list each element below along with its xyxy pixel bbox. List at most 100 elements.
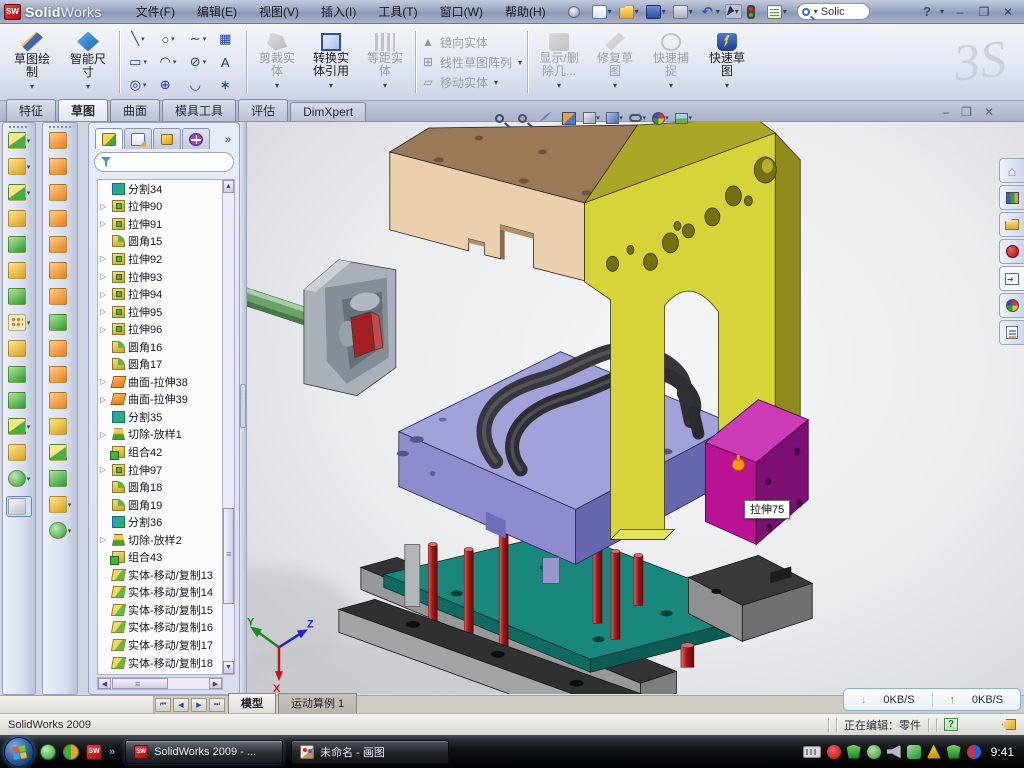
ribbon-tab[interactable]: 评估	[238, 99, 288, 121]
toolbar-button[interactable]: 等距实 体 ▾	[358, 27, 412, 97]
tree-item[interactable]: ▷ 圆角16	[98, 338, 223, 356]
edit-appearance-icon[interactable]: ▾	[652, 110, 669, 126]
taskbar-window-button[interactable]: SW SolidWorks 2009 - ...	[125, 740, 283, 764]
sketch-entity-button[interactable]: ╲ ▾	[123, 28, 153, 51]
expand-arrow-icon[interactable]: ▷	[100, 535, 109, 544]
quickbar-button[interactable]: ▾	[566, 5, 587, 19]
tree-item[interactable]: ▷ 圆角17	[98, 355, 223, 373]
feature-tool-button[interactable]: ▾	[8, 158, 31, 175]
expand-arrow-icon[interactable]: ▷	[100, 202, 109, 211]
toolbar-button[interactable]: ▱ 移动实体 ▾	[421, 74, 522, 91]
toolbar-button[interactable]: 快速草 图 ▾	[699, 27, 755, 97]
scroll-down-button[interactable]: ▼	[223, 661, 234, 674]
feature-tool-button[interactable]: ▾	[8, 392, 31, 409]
messenger-icon[interactable]	[40, 744, 56, 760]
sketch-entity-button[interactable]: ∗ ▾	[213, 74, 243, 97]
tree-item[interactable]: ▷ 拉伸91	[98, 215, 223, 233]
tree-item[interactable]: ▷ 拉伸92	[98, 250, 223, 268]
doc-minimize-button[interactable]: –	[942, 105, 949, 119]
quickbar-button[interactable]: ▾	[671, 4, 695, 20]
tab-nav-button[interactable]: ◀	[173, 698, 189, 712]
doc-close-button[interactable]: ✕	[984, 105, 994, 119]
toolbar-button[interactable]: ⊞ 线性草图阵列 ▾	[421, 54, 522, 71]
tree-item[interactable]: ▷ 实体-移动/复制18	[98, 654, 223, 672]
surface-tool-button[interactable]: ▾	[49, 210, 72, 227]
tree-item[interactable]: ▷ 切除-放样1	[98, 426, 223, 444]
toolbar-button[interactable]: 草图绘 制 ▾	[4, 27, 60, 97]
surface-tool-button[interactable]: ▾	[49, 262, 72, 279]
toolbar-button[interactable]: 修复草 图 ▾	[587, 27, 643, 97]
feature-tool-button[interactable]: ▾	[8, 132, 31, 149]
feature-tool-button[interactable]: ▾	[8, 444, 31, 461]
surface-tool-button[interactable]: ▾	[49, 392, 72, 409]
doc-restore-button[interactable]: ❐	[961, 105, 972, 119]
feature-tool-button[interactable]: ▾	[8, 366, 31, 383]
tree-vertical-scrollbar[interactable]: ▲ ▼	[222, 179, 235, 675]
propertymanager-tab[interactable]	[124, 128, 152, 149]
sketch-entity-button[interactable]: ▦ ▾	[213, 28, 243, 51]
feature-tool-button[interactable]: ▾	[8, 236, 31, 253]
feature-tool-button[interactable]: ▾	[8, 340, 31, 357]
feature-tool-button[interactable]: ▾	[8, 210, 31, 227]
chevron-down-icon[interactable]: ▾	[940, 7, 944, 16]
feature-tool-button[interactable]: ▾	[8, 314, 31, 331]
magnified-selection-icon[interactable]	[537, 110, 554, 126]
ribbon-tab[interactable]: 草图	[58, 99, 108, 121]
tree-item[interactable]: ▷ 曲面-拉伸38	[98, 373, 223, 391]
scheduler-icon[interactable]	[867, 745, 881, 759]
model-tab[interactable]: 运动算例 1	[278, 693, 357, 713]
tab-nav-button[interactable]: ▶	[191, 698, 207, 712]
display-style-icon[interactable]: ▾	[606, 110, 623, 126]
quickbar-button[interactable]: ↶ ▾	[698, 4, 722, 20]
toolbar-button[interactable]: 快速捕 捉 ▾	[643, 27, 699, 97]
zoom-to-fit-icon[interactable]	[491, 110, 508, 126]
sketch-entity-button[interactable]: A ▾	[213, 51, 243, 74]
surface-tool-button[interactable]: ▾	[49, 522, 72, 539]
keyboard-layout-icon[interactable]	[803, 746, 821, 758]
scrollbar-thumb[interactable]	[223, 508, 234, 604]
sketch-entity-button[interactable]: ◠ ▾	[153, 51, 183, 74]
ribbon-tab[interactable]: 模具工具	[162, 99, 236, 121]
sketch-entity-button[interactable]: ⊘ ▾	[183, 51, 213, 74]
tag-icon[interactable]	[1002, 719, 1016, 730]
sketch-entity-button[interactable]: ○ ▾	[153, 28, 183, 51]
search-input[interactable]: Solic	[821, 6, 861, 18]
expand-arrow-icon[interactable]: ▷	[100, 307, 109, 316]
quick-tips-icon[interactable]: ?	[944, 718, 958, 731]
file-explorer-icon[interactable]	[999, 212, 1024, 237]
surface-tool-button[interactable]: ▾	[49, 470, 72, 487]
minimize-button[interactable]: –	[952, 5, 968, 19]
toolbar-button[interactable]: 显示/删 除几... ▾	[531, 27, 587, 97]
sketch-entity-button[interactable]: ∼ ▾	[183, 28, 213, 51]
menu-item[interactable]: 工具(T)	[368, 0, 427, 23]
antivirus-shield-icon[interactable]	[847, 745, 861, 759]
restore-button[interactable]: ❐	[976, 5, 992, 19]
tree-item[interactable]: ▷ 实体-移动/复制15	[98, 601, 223, 619]
quickbar-button[interactable]: ▾	[644, 4, 668, 20]
tree-item[interactable]: ▷ 实体-移动/复制17	[98, 636, 223, 654]
surface-tool-button[interactable]: ▾	[49, 366, 72, 383]
tree-horizontal-scrollbar[interactable]: ◀ ▶	[97, 677, 223, 690]
design-library-icon[interactable]	[999, 185, 1024, 210]
tree-item[interactable]: ▷ 拉伸95	[98, 303, 223, 321]
expand-arrow-icon[interactable]: ▷	[100, 272, 109, 281]
tree-item[interactable]: ▷ 实体-移动/复制16	[98, 619, 223, 637]
expand-arrow-icon[interactable]: ▷	[100, 377, 109, 386]
feature-tool-button[interactable]: ▾	[6, 496, 33, 517]
tab-nav-button[interactable]: ⏭	[209, 698, 225, 712]
menu-item[interactable]: 窗口(W)	[430, 0, 493, 23]
surface-tool-button[interactable]: ▾	[49, 418, 72, 435]
tree-item[interactable]: ▷ 实体-移动/复制13	[98, 566, 223, 584]
tree-item[interactable]: ▷ 曲面-拉伸39	[98, 391, 223, 409]
tree-item[interactable]: ▷ 分割34	[98, 180, 223, 198]
tab-nav-button[interactable]: ⏮	[155, 698, 171, 712]
feature-tool-button[interactable]: ▾	[8, 262, 31, 279]
security-alert-icon[interactable]	[827, 745, 841, 759]
tree-item[interactable]: ▷ 组合43	[98, 548, 223, 566]
surface-tool-button[interactable]: ▾	[49, 288, 72, 305]
toolbar-button[interactable]: 剪裁实 体 ▾	[250, 27, 304, 97]
panel-more-button[interactable]: »	[225, 134, 235, 149]
feature-tool-button[interactable]: ▾	[8, 470, 31, 487]
toolbar-button[interactable]: 智能尺 寸 ▾	[60, 27, 116, 97]
taskbar-window-button[interactable]: 未命名 - 画图	[291, 740, 449, 764]
